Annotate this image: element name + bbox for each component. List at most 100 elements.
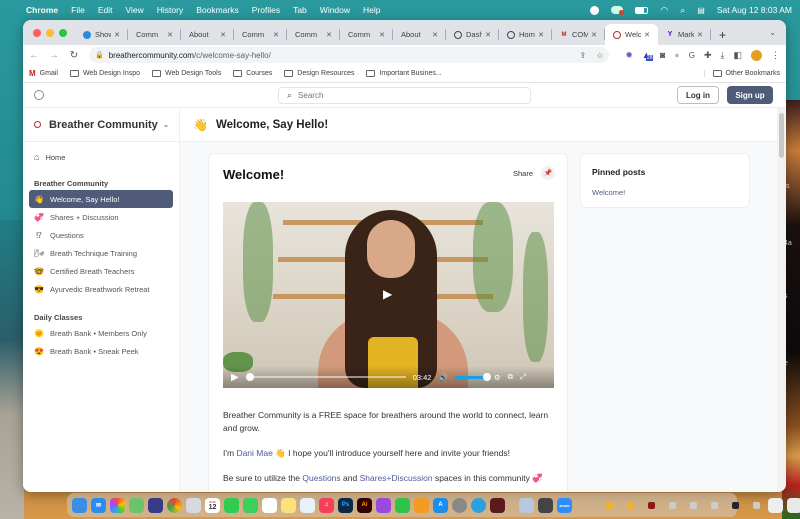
wifi-icon[interactable]: ◠ (660, 5, 668, 16)
menu-edit[interactable]: Edit (98, 5, 113, 15)
extension-badge-icon[interactable]: ▲28 (642, 50, 654, 61)
sidebar-item-shares-discussion[interactable]: 💞 Shares + Discussion (29, 208, 173, 226)
menubar-clock[interactable]: Sat Aug 12 8:03 AM (717, 5, 792, 15)
browser-tab[interactable]: Home✕ (499, 24, 552, 45)
close-tab-icon[interactable]: ✕ (114, 31, 120, 39)
search-input[interactable]: ⌕ Search (278, 87, 531, 104)
freeform-icon[interactable] (300, 497, 315, 513)
sidebar-item-questions[interactable]: ⁉ Questions (29, 226, 173, 244)
close-tab-icon[interactable]: ✕ (591, 31, 597, 39)
close-tab-icon[interactable]: ✕ (644, 31, 650, 39)
minimize-window-button[interactable] (46, 28, 54, 37)
menu-bookmarks[interactable]: Bookmarks (196, 5, 239, 15)
music-icon[interactable]: ♫ (319, 497, 334, 513)
illustrator-icon[interactable]: Ai (357, 497, 372, 513)
podcasts-icon[interactable] (376, 497, 391, 513)
menu-window[interactable]: Window (320, 5, 350, 15)
calculator-icon[interactable] (538, 497, 553, 513)
status-app-icon[interactable] (590, 5, 600, 15)
open-external-icon[interactable]: ⧉ (508, 372, 513, 382)
browser-tab[interactable]: Dashb✕ (446, 24, 499, 45)
pinned-post-link[interactable]: Welcome! (592, 188, 625, 197)
zoom-window-button[interactable] (59, 28, 67, 37)
bookmark-star-icon[interactable]: ☆ (596, 51, 603, 60)
photos-icon[interactable] (110, 497, 125, 513)
browser-tab[interactable]: Comm ✕ (340, 24, 393, 45)
bookmark-folder[interactable]: Courses (233, 70, 272, 77)
document-icon[interactable] (711, 501, 718, 509)
facetime-icon[interactable] (224, 497, 239, 513)
menu-view[interactable]: View (125, 5, 143, 15)
pin-icon[interactable]: 📌 (541, 166, 555, 180)
notes-icon[interactable] (281, 497, 296, 513)
document-icon[interactable] (669, 501, 676, 509)
volume-handle[interactable] (482, 372, 491, 381)
cloud-sync-icon[interactable] (611, 6, 625, 15)
close-tab-icon[interactable]: ✕ (697, 31, 703, 39)
close-tab-icon[interactable]: ✕ (326, 31, 332, 39)
control-center-icon[interactable]: ▤ (697, 6, 705, 15)
browser-tab[interactable]: About ✕ (393, 24, 446, 45)
menu-history[interactable]: History (157, 5, 183, 15)
menu-app-name[interactable]: Chrome (26, 5, 58, 15)
address-bar[interactable]: 🔒 breathercommunity.com/c/welcome-say-he… (89, 47, 610, 63)
launchpad-icon[interactable] (186, 497, 201, 513)
menu-file[interactable]: File (71, 5, 85, 15)
grammarly-icon[interactable]: G (689, 51, 695, 60)
lock-icon[interactable]: 🔒 (95, 51, 104, 59)
sidebar-item-home[interactable]: ⌂ Home (23, 147, 179, 167)
profile-avatar[interactable] (751, 49, 762, 61)
bookmark-folder[interactable]: Design Resources (284, 70, 354, 77)
bookmark-folder[interactable]: Web Design Tools (152, 70, 221, 77)
calendar-icon[interactable]: AUG 12 (205, 497, 220, 513)
progress-handle[interactable] (245, 373, 254, 381)
chrome-menu-icon[interactable]: ⋮ (771, 50, 780, 61)
tab-search-chevron-icon[interactable]: ⌄ (769, 28, 776, 37)
site-logo-icon[interactable] (34, 90, 44, 100)
telegram-icon[interactable] (471, 497, 486, 513)
author-mention-link[interactable]: Dani Mae (236, 448, 272, 458)
page-scrollbar[interactable] (777, 108, 786, 492)
photoshop-icon[interactable]: Ps (338, 497, 353, 513)
browser-tab[interactable]: Comm ✕ (234, 24, 287, 45)
photo-booth-icon[interactable] (490, 497, 505, 513)
sidebar-item-members-only[interactable]: 🌞 Breath Bank • Members Only (29, 324, 173, 342)
close-window-button[interactable] (33, 28, 41, 37)
shortcuts-icon[interactable] (148, 497, 163, 513)
back-button[interactable]: ← (29, 50, 39, 61)
play-overlay-icon[interactable]: ▶ (383, 287, 392, 301)
chrome-icon[interactable] (167, 497, 182, 513)
browser-tab[interactable]: Comm ✕ (287, 24, 340, 45)
extension-circle-icon[interactable]: ● (674, 50, 679, 60)
share-button[interactable]: Share (513, 169, 533, 178)
camera-extension-icon[interactable]: ◙ (660, 50, 665, 60)
folder-icon[interactable] (627, 501, 634, 509)
close-tab-icon[interactable]: ✕ (538, 31, 544, 39)
browser-tab[interactable]: About ✕ (181, 24, 234, 45)
reminders-icon[interactable] (262, 497, 277, 513)
share-page-icon[interactable]: ⇪ (580, 51, 587, 60)
document-icon[interactable] (690, 501, 697, 509)
pages-icon[interactable] (414, 497, 429, 513)
close-tab-icon[interactable]: ✕ (379, 31, 385, 39)
maps-icon[interactable] (129, 497, 144, 513)
signup-button[interactable]: Sign up (727, 86, 773, 104)
trash-icon[interactable] (787, 497, 800, 513)
new-tab-button[interactable]: + (711, 24, 734, 45)
app-store-icon[interactable]: A (433, 497, 448, 513)
sidebar-item-welcome[interactable]: 👋 Welcome, Say Hello! (29, 190, 173, 208)
browser-tab[interactable]: MCOMM✕ (552, 24, 605, 45)
volume-icon[interactable]: 🔊 (438, 373, 447, 382)
bookmark-folder[interactable]: Web Design Inspo (69, 70, 140, 77)
questions-link[interactable]: Questions (302, 473, 340, 483)
menu-profiles[interactable]: Profiles (252, 5, 280, 15)
shares-discussion-link[interactable]: Shares+Discussion (360, 473, 433, 483)
other-bookmarks[interactable]: Other Bookmarks (703, 70, 780, 77)
messages-icon[interactable] (243, 497, 258, 513)
downloads-stack-icon[interactable] (768, 497, 783, 513)
menu-tab[interactable]: Tab (293, 5, 307, 15)
document-icon[interactable] (753, 501, 760, 509)
sidebar-item-breath-technique[interactable]: 🌬 Breath Technique Training (29, 244, 173, 262)
preview-icon[interactable] (519, 497, 534, 513)
folder-icon[interactable] (606, 501, 613, 509)
